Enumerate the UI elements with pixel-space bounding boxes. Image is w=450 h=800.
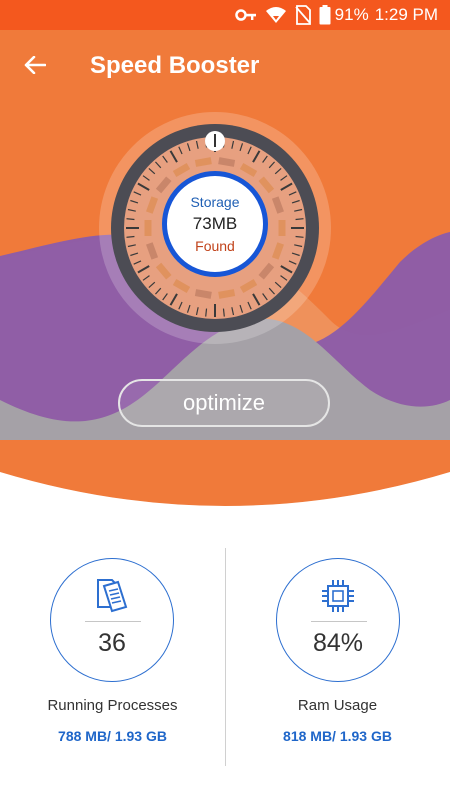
- back-arrow-icon: [24, 56, 46, 74]
- battery-percent: 91%: [334, 5, 369, 24]
- processes-count: 36: [98, 629, 126, 657]
- running-processes-card: 36 Running Processes 788 MB/ 1.93 GB: [0, 558, 225, 758]
- ram-memory: 818 MB/ 1.93 GB: [283, 728, 392, 744]
- stat-circle: 36: [50, 558, 174, 682]
- wifi-icon: [265, 6, 287, 24]
- no-sim-icon: [294, 5, 311, 25]
- found-label: Found: [195, 238, 235, 254]
- app-bar: Speed Booster: [0, 30, 450, 100]
- ram-percent: 84%: [312, 629, 364, 657]
- vpn-key-icon: [234, 8, 257, 22]
- storage-label: Storage: [190, 194, 240, 210]
- stat-separator: [311, 621, 367, 622]
- storage-readout: Storage 73MB Found: [162, 171, 268, 277]
- storage-value: 73MB: [192, 214, 238, 233]
- documents-icon: [51, 577, 173, 615]
- battery-icon: [319, 5, 331, 25]
- page-title: Speed Booster: [90, 52, 260, 79]
- stat-separator: [85, 621, 141, 622]
- status-bar: 91% 1:29 PM: [0, 0, 450, 30]
- back-button[interactable]: [18, 48, 52, 82]
- optimize-button[interactable]: optimize: [118, 379, 330, 427]
- stat-circle: 84%: [276, 558, 400, 682]
- clock-time: 1:29 PM: [374, 5, 438, 24]
- processes-memory: 788 MB/ 1.93 GB: [58, 728, 167, 744]
- cpu-chip-icon: [277, 577, 399, 615]
- ram-usage-card: 84% Ram Usage 818 MB/ 1.93 GB: [225, 558, 450, 758]
- ram-label: Ram Usage: [297, 697, 378, 714]
- processes-label: Running Processes: [47, 697, 178, 714]
